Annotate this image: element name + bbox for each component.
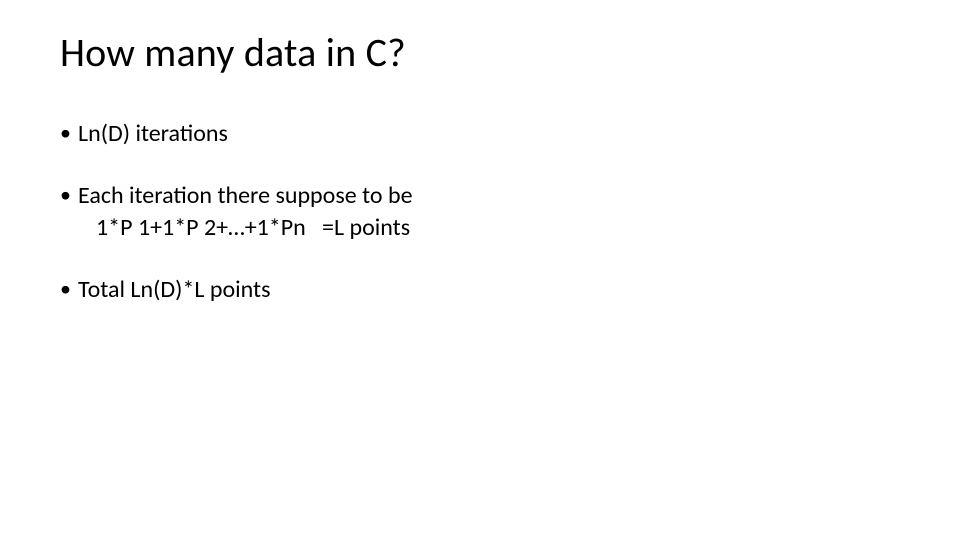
bullet-line: 1*P 1+1*P 2+…+1*Pn =L points <box>96 213 900 243</box>
bullet-line: Ln(D) iterations <box>78 119 900 149</box>
bullet-item: • Total Ln(D)*L points <box>60 275 900 305</box>
bullet-item: • Each iteration there suppose to be 1*P… <box>60 181 900 243</box>
bullet-item: • Ln(D) iterations <box>60 119 900 149</box>
bullet-text: Ln(D) iterations <box>78 119 900 149</box>
bullet-line: Total Ln(D)*L points <box>78 275 900 305</box>
bullet-line: Each iteration there suppose to be <box>78 181 900 211</box>
bullet-dot-icon: • <box>60 275 78 303</box>
bullet-dot-icon: • <box>60 119 78 147</box>
slide: How many data in C? • Ln(D) iterations •… <box>0 0 960 540</box>
bullet-text: Total Ln(D)*L points <box>78 275 900 305</box>
slide-title: How many data in C? <box>60 28 900 77</box>
bullet-list: • Ln(D) iterations • Each iteration ther… <box>60 119 900 305</box>
bullet-dot-icon: • <box>60 181 78 209</box>
bullet-text: Each iteration there suppose to be 1*P 1… <box>78 181 900 243</box>
